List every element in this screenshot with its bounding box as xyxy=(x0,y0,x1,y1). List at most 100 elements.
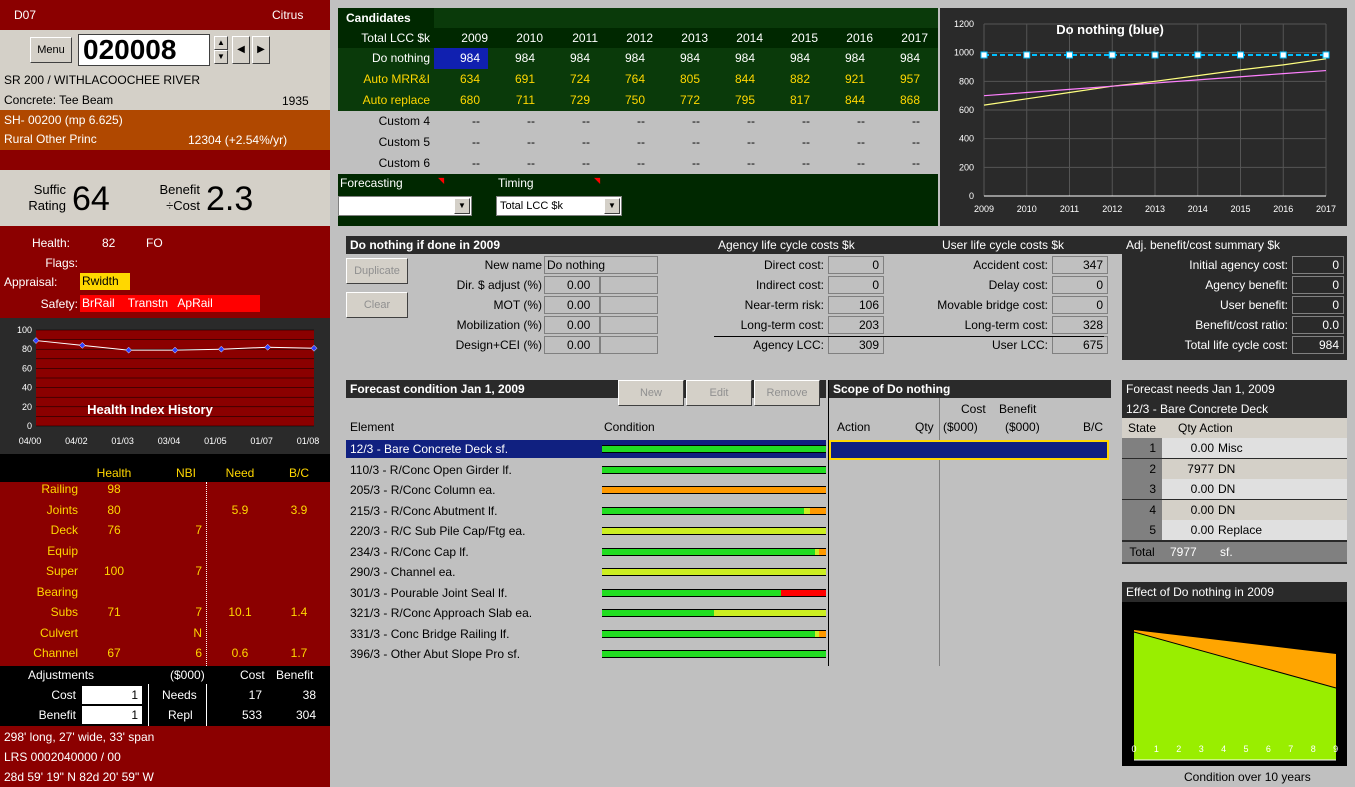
element-row[interactable]: 220/3 - R/C Sub Pile Cap/Ftg ea. xyxy=(346,522,826,540)
scope-selected-row[interactable] xyxy=(829,440,1109,460)
bridge-number-input[interactable]: 020008 xyxy=(78,34,210,66)
lcc-cell[interactable]: -- xyxy=(599,132,653,153)
scenario-field-input[interactable]: 0.00 xyxy=(544,316,600,334)
timing-select[interactable]: Total LCC $k ▼ xyxy=(496,196,622,216)
lcc-cell[interactable]: -- xyxy=(434,111,488,132)
lcc-cell[interactable]: 844 xyxy=(819,90,873,111)
cost-adjustment-input[interactable]: 1 xyxy=(82,686,142,704)
lcc-cell[interactable]: 772 xyxy=(654,90,708,111)
lcc-cell[interactable]: -- xyxy=(489,153,543,174)
lcc-cell[interactable]: -- xyxy=(709,111,763,132)
element-row[interactable]: 234/3 - R/Conc Cap lf. xyxy=(346,543,826,561)
lcc-cell[interactable]: -- xyxy=(819,111,873,132)
candidate-row-custom-6[interactable]: Custom 6 -- -- -- -- -- -- -- -- -- xyxy=(338,153,938,174)
lcc-cell[interactable]: 711 xyxy=(489,90,543,111)
lcc-cell[interactable]: -- xyxy=(764,153,818,174)
lcc-cell[interactable]: 764 xyxy=(599,69,653,90)
element-row[interactable]: 290/3 - Channel ea. xyxy=(346,563,826,581)
clear-button[interactable]: Clear xyxy=(346,292,408,318)
needs-row[interactable]: 3 0.00 DN xyxy=(1122,479,1347,499)
lcc-cell[interactable]: 882 xyxy=(764,69,818,90)
benefit-adjustment-input[interactable]: 1 xyxy=(82,706,142,724)
lcc-cell[interactable]: 868 xyxy=(874,90,928,111)
lcc-cell[interactable]: -- xyxy=(544,111,598,132)
lcc-cell[interactable]: 817 xyxy=(764,90,818,111)
lcc-cell[interactable]: -- xyxy=(434,132,488,153)
needs-row[interactable]: 4 0.00 DN xyxy=(1122,499,1347,520)
duplicate-button[interactable]: Duplicate xyxy=(346,258,408,284)
lcc-cell[interactable]: -- xyxy=(819,132,873,153)
forecasting-select[interactable]: ▼ xyxy=(338,196,472,216)
lcc-cell[interactable]: -- xyxy=(489,111,543,132)
lcc-cell[interactable]: 984 xyxy=(599,48,653,69)
lcc-cell[interactable]: -- xyxy=(654,132,708,153)
needs-row[interactable]: 2 7977 DN xyxy=(1122,458,1347,479)
lcc-cell[interactable]: 984 xyxy=(434,48,488,69)
lcc-cell[interactable]: 984 xyxy=(709,48,763,69)
candidate-row-custom-4[interactable]: Custom 4 -- -- -- -- -- -- -- -- -- xyxy=(338,111,938,132)
lcc-cell[interactable]: -- xyxy=(819,153,873,174)
lcc-cell[interactable]: 984 xyxy=(819,48,873,69)
lcc-cell[interactable]: 984 xyxy=(544,48,598,69)
lcc-cell[interactable]: -- xyxy=(764,111,818,132)
lcc-cell[interactable]: -- xyxy=(874,132,928,153)
lcc-cell[interactable]: 984 xyxy=(874,48,928,69)
edit-element-button[interactable]: Edit xyxy=(686,380,752,406)
lcc-cell[interactable]: -- xyxy=(874,111,928,132)
candidate-row-auto-mrr-i[interactable]: Auto MRR&I 634 691 724 764 805 844 882 921 957 xyxy=(338,69,938,90)
scenario-field-input[interactable]: 0.00 xyxy=(544,336,600,354)
element-row[interactable]: 301/3 - Pourable Joint Seal lf. xyxy=(346,584,826,602)
lcc-cell[interactable]: -- xyxy=(489,132,543,153)
chevron-down-icon[interactable]: ▼ xyxy=(454,198,470,214)
lcc-cell[interactable]: 805 xyxy=(654,69,708,90)
scenario-field-input[interactable]: 0.00 xyxy=(544,296,600,314)
lcc-cell[interactable]: 680 xyxy=(434,90,488,111)
spin-up-icon[interactable]: ▲ xyxy=(214,36,228,50)
element-row[interactable]: 12/3 - Bare Concrete Deck sf. xyxy=(346,440,826,458)
lcc-cell[interactable]: 634 xyxy=(434,69,488,90)
element-row[interactable]: 396/3 - Other Abut Slope Pro sf. xyxy=(346,645,826,663)
element-row[interactable]: 215/3 - R/Conc Abutment lf. xyxy=(346,502,826,520)
spin-down-icon[interactable]: ▼ xyxy=(214,50,228,64)
element-row[interactable]: 205/3 - R/Conc Column ea. xyxy=(346,481,826,499)
remove-element-button[interactable]: Remove xyxy=(754,380,820,406)
lcc-cell[interactable]: 691 xyxy=(489,69,543,90)
prev-bridge-icon[interactable]: ◀ xyxy=(232,36,250,64)
lcc-cell[interactable]: -- xyxy=(434,153,488,174)
lcc-cell[interactable]: -- xyxy=(599,153,653,174)
lcc-cell[interactable]: 844 xyxy=(709,69,763,90)
next-bridge-icon[interactable]: ▶ xyxy=(252,36,270,64)
element-row[interactable]: 110/3 - R/Conc Open Girder lf. xyxy=(346,461,826,479)
lcc-cell[interactable]: 750 xyxy=(599,90,653,111)
lcc-cell[interactable]: 984 xyxy=(654,48,708,69)
lcc-cell[interactable]: -- xyxy=(544,153,598,174)
chevron-down-icon[interactable]: ▼ xyxy=(604,198,620,214)
candidate-row-auto-replace[interactable]: Auto replace 680 711 729 750 772 795 817 844 868 xyxy=(338,90,938,111)
scenario-field-input[interactable]: 0.00 xyxy=(544,276,600,294)
lcc-cell[interactable]: 724 xyxy=(544,69,598,90)
lcc-cell[interactable]: -- xyxy=(544,132,598,153)
lcc-cell[interactable]: -- xyxy=(874,153,928,174)
lcc-cell[interactable]: -- xyxy=(599,111,653,132)
menu-button[interactable]: Menu xyxy=(30,37,72,63)
lcc-cell[interactable]: 984 xyxy=(489,48,543,69)
lcc-cell[interactable]: 984 xyxy=(764,48,818,69)
element-row[interactable]: 331/3 - Conc Bridge Railing lf. xyxy=(346,625,826,643)
lcc-cell[interactable]: 921 xyxy=(819,69,873,90)
new-name-input[interactable]: Do nothing xyxy=(544,256,658,274)
lcc-cell[interactable]: -- xyxy=(709,132,763,153)
lcc-cell[interactable]: -- xyxy=(709,153,763,174)
lcc-cell[interactable]: 795 xyxy=(709,90,763,111)
lcc-cell[interactable]: -- xyxy=(654,153,708,174)
candidate-row-custom-5[interactable]: Custom 5 -- -- -- -- -- -- -- -- -- xyxy=(338,132,938,153)
new-element-button[interactable]: New xyxy=(618,380,684,406)
needs-row[interactable]: 1 0.00 Misc xyxy=(1122,438,1347,458)
lcc-cell[interactable]: 729 xyxy=(544,90,598,111)
lcc-cell[interactable]: 957 xyxy=(874,69,928,90)
needs-row[interactable]: 5 0.00 Replace xyxy=(1122,520,1347,540)
lcc-cell[interactable]: -- xyxy=(654,111,708,132)
lcc-cell[interactable]: -- xyxy=(764,132,818,153)
candidate-row-do-nothing[interactable]: Do nothing 984 984 984 984 984 984 984 984 984 xyxy=(338,48,938,69)
health-code: FO xyxy=(146,236,163,250)
element-row[interactable]: 321/3 - R/Conc Approach Slab ea. xyxy=(346,604,826,622)
